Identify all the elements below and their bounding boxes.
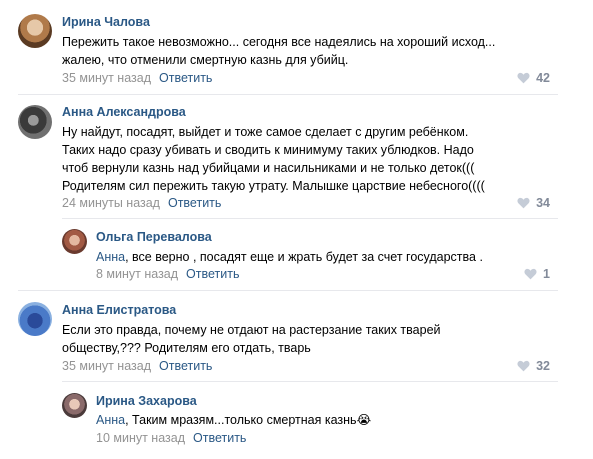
comment-text-line: Ну найдут, посадят, выйдет и тоже самое … bbox=[62, 125, 469, 139]
comment-meta: 24 минуты назад Ответить bbox=[62, 196, 221, 210]
like-button[interactable]: 42 bbox=[517, 71, 550, 85]
comment-text-line: Пережить такое невозможно... сегодня все… bbox=[62, 35, 496, 49]
heart-icon bbox=[517, 197, 530, 209]
like-count: 32 bbox=[536, 359, 550, 373]
heart-icon bbox=[517, 360, 530, 372]
heart-icon bbox=[524, 268, 537, 280]
reply-button[interactable]: Ответить bbox=[159, 359, 212, 373]
comment-time[interactable]: 24 минуты назад bbox=[62, 196, 160, 210]
like-button[interactable]: 1 bbox=[524, 267, 550, 281]
comment-meta: 35 минут назад Ответить bbox=[62, 71, 212, 85]
reply-button[interactable]: Ответить bbox=[186, 267, 239, 281]
like-count: 1 bbox=[543, 267, 550, 281]
divider bbox=[62, 381, 558, 382]
comment-author[interactable]: Анна Елистратова bbox=[62, 303, 176, 317]
mention-link[interactable]: Анна bbox=[96, 250, 125, 264]
avatar[interactable] bbox=[18, 105, 52, 139]
comment-text-line: чтоб вернули казнь над убийцами и насиль… bbox=[62, 161, 475, 175]
reply-button[interactable]: Ответить bbox=[193, 431, 246, 445]
avatar[interactable] bbox=[62, 229, 87, 254]
comment-text-line: Таких надо сразу убивать и сводить к мин… bbox=[62, 143, 474, 157]
avatar[interactable] bbox=[18, 302, 52, 336]
comment-time[interactable]: 8 минут назад bbox=[96, 267, 178, 281]
like-count: 34 bbox=[536, 196, 550, 210]
comment-meta: 35 минут назад Ответить bbox=[62, 359, 212, 373]
like-button[interactable]: 34 bbox=[517, 196, 550, 210]
reply-text: , Таким мразям...только смертная казнь😭 bbox=[125, 413, 372, 427]
reply-button[interactable]: Ответить bbox=[168, 196, 221, 210]
divider bbox=[18, 290, 558, 291]
comment-text: Анна, все верно , посадят еще и жрать бу… bbox=[96, 248, 483, 266]
comment-time[interactable]: 10 минут назад bbox=[96, 431, 185, 445]
comment-time[interactable]: 35 минут назад bbox=[62, 71, 151, 85]
comment-text: Анна, Таким мразям...только смертная каз… bbox=[96, 411, 371, 429]
comment-meta: 8 минут назад Ответить bbox=[96, 267, 239, 281]
comment-author[interactable]: Ирина Захарова bbox=[96, 394, 197, 408]
comment-meta: 10 минут назад Ответить bbox=[96, 431, 246, 445]
avatar[interactable] bbox=[18, 14, 52, 48]
reply-text: , все верно , посадят еще и жрать будет … bbox=[125, 250, 483, 264]
comment-text-line: Родителям сил пережить такую утрату. Мал… bbox=[62, 179, 485, 193]
comment-text-line: обществу,??? Родителям его отдать, тварь bbox=[62, 341, 311, 355]
divider bbox=[18, 94, 558, 95]
comment-text-line: жалею, что отменили смертную казнь для у… bbox=[62, 53, 349, 67]
comment-author[interactable]: Анна Александрова bbox=[62, 105, 186, 119]
comment-time[interactable]: 35 минут назад bbox=[62, 359, 151, 373]
divider bbox=[62, 218, 558, 219]
reply-button[interactable]: Ответить bbox=[159, 71, 212, 85]
heart-icon bbox=[517, 72, 530, 84]
like-button[interactable]: 32 bbox=[517, 359, 550, 373]
comment-author[interactable]: Ирина Чалова bbox=[62, 15, 150, 29]
comment-author[interactable]: Ольга Перевалова bbox=[96, 230, 212, 244]
mention-link[interactable]: Анна bbox=[96, 413, 125, 427]
avatar[interactable] bbox=[62, 393, 87, 418]
comment-text-line: Если это правда, почему не отдают на рас… bbox=[62, 323, 441, 337]
like-count: 42 bbox=[536, 71, 550, 85]
